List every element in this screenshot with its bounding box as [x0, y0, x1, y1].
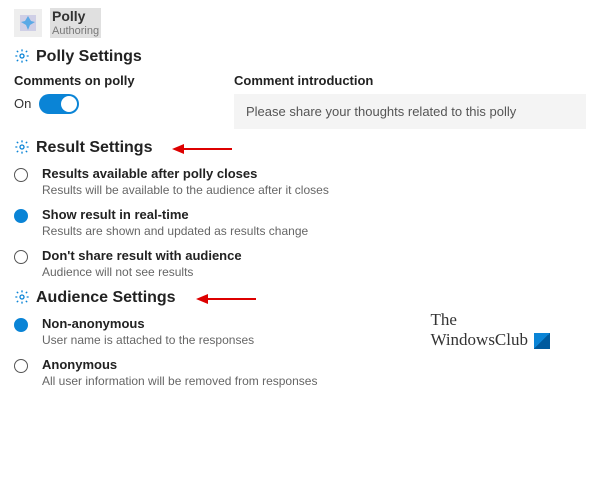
app-title-block: Polly Authoring — [50, 8, 101, 38]
polly-app-icon — [14, 9, 42, 37]
audience-option-anon[interactable]: Anonymous All user information will be r… — [14, 357, 586, 388]
gear-icon — [14, 48, 30, 67]
watermark-line2: WindowsClub — [430, 330, 528, 350]
result-option-after-close[interactable]: Results available after polly closes Res… — [14, 166, 586, 197]
comment-intro-label: Comment introduction — [234, 73, 586, 88]
section-header-audience: Audience Settings — [14, 289, 586, 308]
comments-toggle-state: On — [14, 96, 31, 111]
option-title: Don't share result with audience — [42, 248, 242, 263]
radio-icon[interactable] — [14, 209, 28, 223]
gear-icon — [14, 289, 30, 308]
option-desc: All user information will be removed fro… — [42, 374, 317, 388]
gear-icon — [14, 139, 30, 158]
result-settings-title: Result Settings — [36, 139, 152, 157]
radio-icon[interactable] — [14, 250, 28, 264]
radio-icon[interactable] — [14, 168, 28, 182]
app-header: Polly Authoring — [14, 8, 586, 38]
result-option-realtime[interactable]: Show result in real-time Results are sho… — [14, 207, 586, 238]
option-title: Anonymous — [42, 357, 317, 372]
polly-settings-row: Comments on polly On Comment introductio… — [14, 73, 586, 129]
result-option-noshare[interactable]: Don't share result with audience Audienc… — [14, 248, 586, 279]
radio-icon[interactable] — [14, 359, 28, 373]
option-desc: Results will be available to the audienc… — [42, 183, 329, 197]
option-title: Non-anonymous — [42, 316, 254, 331]
watermark-line1: The — [430, 310, 550, 330]
option-desc: Audience will not see results — [42, 265, 242, 279]
section-header-results: Result Settings — [14, 139, 586, 158]
polly-settings-title: Polly Settings — [36, 48, 142, 66]
section-header-polly: Polly Settings — [14, 48, 586, 67]
audience-settings-title: Audience Settings — [36, 289, 176, 307]
comments-label: Comments on polly — [14, 73, 194, 88]
arrow-annotation-icon — [196, 293, 256, 303]
radio-icon[interactable] — [14, 318, 28, 332]
windowsclub-logo-icon — [534, 333, 550, 349]
app-subtitle: Authoring — [50, 25, 101, 38]
arrow-annotation-icon — [172, 143, 232, 153]
watermark: The WindowsClub — [430, 310, 550, 351]
comments-toggle[interactable] — [39, 94, 79, 114]
result-options: Results available after polly closes Res… — [14, 166, 586, 279]
option-title: Show result in real-time — [42, 207, 308, 222]
option-desc: User name is attached to the responses — [42, 333, 254, 347]
app-title: Polly — [50, 8, 101, 25]
comment-intro-input[interactable] — [234, 94, 586, 129]
option-desc: Results are shown and updated as results… — [42, 224, 308, 238]
option-title: Results available after polly closes — [42, 166, 329, 181]
